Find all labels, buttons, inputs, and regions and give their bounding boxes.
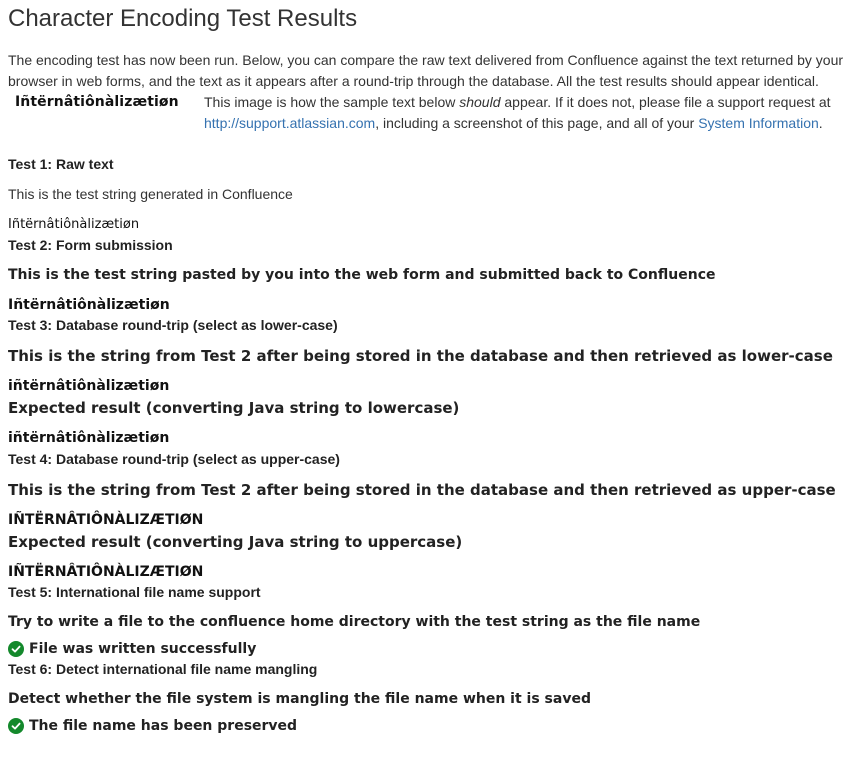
- test-6-description: Detect whether the file system is mangli…: [8, 691, 591, 707]
- sample-row: Iñtërnâtiônàlizætiøn This image is how t…: [8, 92, 854, 134]
- test-4-value: IÑTËRNÂTIÔNÀLIZÆTIØN: [8, 512, 204, 528]
- sample-instructions: This image is how the sample text below …: [204, 92, 854, 134]
- system-information-link[interactable]: System Information: [698, 115, 819, 131]
- check-circle-icon: [8, 641, 24, 657]
- test-1-value: Iñtërnâtiônàlizætiøn: [8, 217, 140, 232]
- sample-text-after: appear. If it does not, please file a su…: [500, 94, 831, 110]
- sample-image: Iñtërnâtiônàlizætiøn: [15, 94, 179, 110]
- test-6-status: The file name has been preserved: [8, 718, 854, 734]
- test-4-title: Test 4: Database round-trip (select as u…: [8, 451, 340, 467]
- test-1-description: This is the test string generated in Con…: [8, 186, 293, 202]
- test-6-status-text: The file name has been preserved: [29, 718, 298, 734]
- page-title: Character Encoding Test Results: [8, 5, 358, 32]
- test-5-status: File was written successfully: [8, 641, 854, 657]
- check-circle-icon: [8, 718, 24, 734]
- test-3-expected-value: iñtërnâtiônàlizætiøn: [8, 430, 170, 446]
- test-4-expected-value: IÑTËRNÂTIÔNÀLIZÆTIØN: [8, 564, 204, 580]
- test-5-title: Test 5: International file name support: [8, 584, 261, 600]
- test-6-title: Test 6: Detect international file name m…: [8, 661, 318, 677]
- support-link[interactable]: http://support.atlassian.com: [204, 115, 375, 131]
- sample-text-before: This image is how the sample text below: [204, 94, 460, 110]
- test-3-value: iñtërnâtiônàlizætiøn: [8, 378, 170, 394]
- sample-text-middle: , including a screenshot of this page, a…: [375, 115, 699, 131]
- test-3-expected-label: Expected result (converting Java string …: [8, 399, 460, 417]
- encoding-test-page: Character Encoding Test Results The enco…: [0, 0, 862, 734]
- test-3-description: This is the string from Test 2 after bei…: [8, 347, 833, 365]
- test-5-description: Try to write a file to the confluence ho…: [8, 614, 701, 630]
- test-2-title: Test 2: Form submission: [8, 237, 173, 253]
- sample-text-emphasis: should: [459, 94, 501, 110]
- test-2-description: This is the test string pasted by you in…: [8, 267, 716, 283]
- test-results: Test 1: Raw text This is the test string…: [8, 156, 854, 734]
- sample-text-end: .: [818, 115, 823, 131]
- test-2-value: Iñtërnâtiônàlizætiøn: [8, 297, 170, 313]
- test-5-status-text: File was written successfully: [29, 641, 257, 657]
- intro-paragraph: The encoding test has now been run. Belo…: [8, 52, 844, 89]
- test-3-title: Test 3: Database round-trip (select as l…: [8, 317, 338, 333]
- test-4-expected-label: Expected result (converting Java string …: [8, 533, 463, 551]
- test-4-description: This is the string from Test 2 after bei…: [8, 481, 836, 499]
- test-1-title: Test 1: Raw text: [8, 156, 114, 172]
